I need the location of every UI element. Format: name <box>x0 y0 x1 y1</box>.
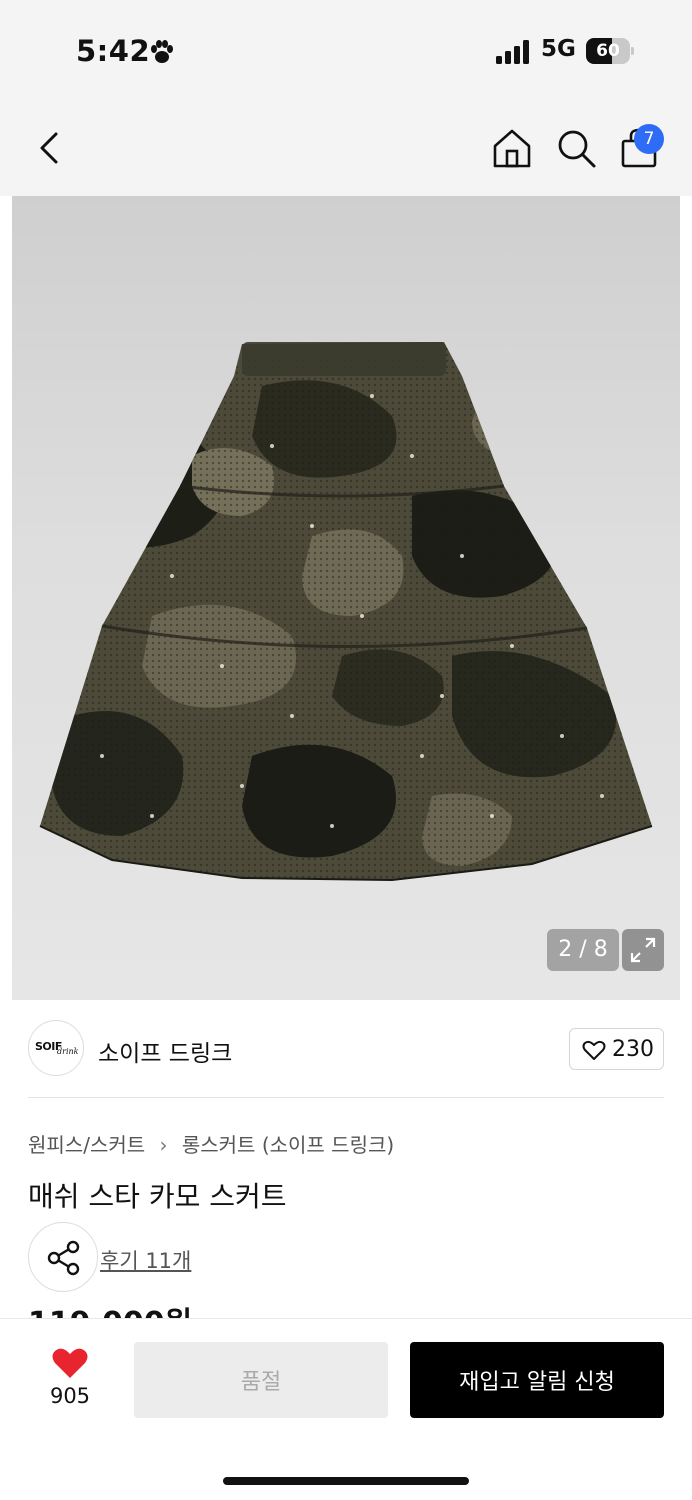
paw-icon <box>151 40 173 63</box>
search-icon[interactable] <box>554 126 598 170</box>
breadcrumb-subcategory[interactable]: 롱스커트 (소이프 드링크) <box>182 1133 394 1157</box>
battery-level: 60 <box>596 41 620 61</box>
status-time: 5:42 <box>76 34 151 68</box>
share-icon <box>47 1240 80 1276</box>
home-icon[interactable] <box>490 126 534 170</box>
expand-icon[interactable] <box>622 929 664 971</box>
brand-logo-script: drink <box>57 1047 79 1056</box>
heart-filled-icon[interactable] <box>51 1346 89 1380</box>
image-counter: 2 / 8 <box>547 929 619 971</box>
network-label: 5G <box>541 36 576 62</box>
wish-count: 905 <box>49 1384 91 1408</box>
brand-name[interactable]: 소이프 드링크 <box>98 1034 232 1068</box>
heart-outline-icon <box>582 1040 606 1060</box>
reviews-link[interactable]: 후기 11개 <box>100 1245 191 1275</box>
divider <box>28 1097 664 1098</box>
signal-icon <box>496 40 529 64</box>
camo-skirt-image <box>39 342 653 882</box>
status-bar: 5:42 5G 60 <box>0 0 692 100</box>
brand-like-button[interactable]: 230 <box>569 1028 664 1070</box>
brand-logo[interactable]: SOIF drink <box>28 1020 84 1076</box>
top-nav-bar <box>0 100 692 196</box>
brand-like-count: 230 <box>612 1037 654 1062</box>
product-title: 매쉬 스타 카모 스커트 <box>28 1180 287 1213</box>
cart-count-badge: 7 <box>634 124 664 154</box>
breadcrumb: 원피스/스커트 › 롱스커트 (소이프 드링크) <box>28 1129 394 1158</box>
battery-icon: 60 <box>586 38 634 64</box>
soldout-button: 품절 <box>134 1342 388 1418</box>
breadcrumb-category[interactable]: 원피스/스커트 <box>28 1133 145 1157</box>
restock-alert-button[interactable]: 재입고 알림 신청 <box>410 1342 664 1418</box>
back-icon[interactable] <box>28 126 72 170</box>
product-image[interactable] <box>12 196 680 1000</box>
home-indicator <box>223 1477 469 1485</box>
share-button[interactable] <box>28 1222 98 1292</box>
chevron-right-icon: › <box>159 1133 168 1157</box>
